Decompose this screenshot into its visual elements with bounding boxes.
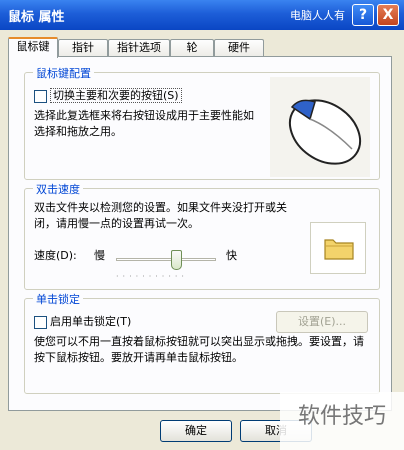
tab-pointers[interactable]: 指针 [58,39,108,57]
speed-slider-thumb[interactable] [171,250,182,270]
mouse-icon [288,99,362,165]
help-button[interactable]: ? [352,4,374,26]
slow-label: 慢 [94,249,105,262]
tab-pointer-options[interactable]: 指针选项 [108,39,170,57]
ok-button[interactable]: 确定 [160,420,232,442]
title-bar: 鼠标 属性 电脑人人有 ? X [0,0,404,30]
switch-buttons-label[interactable]: 切换主要和次要的按钮(S) [50,88,182,104]
button-config-description: 选择此复选框来将右按钮设成用于主要性能如选择和拖放之用。 [34,109,254,138]
close-button[interactable]: X [377,4,399,26]
click-lock-description: 使您可以不用一直按着鼠标按钮就可以突出显示或拖拽。要设置，请按下鼠标按钮。要放开… [34,335,364,364]
mouse-illustration [270,77,370,177]
click-lock-checkbox[interactable] [34,316,47,329]
switch-buttons-checkbox[interactable] [34,90,47,103]
speed-label: 速度(D): [34,249,77,262]
watermark: 软件技巧 [280,392,404,450]
click-lock-checkbox-label[interactable]: 启用单击锁定(T) [50,314,131,330]
button-config-label: 鼠标键配置 [33,65,94,81]
click-lock-settings-button[interactable]: 设置(E)... [276,311,368,333]
double-click-description: 双击文件夹以检测您的设置。如果文件夹没打开或关闭，请用慢一点的设置再试一次。 [34,201,287,230]
folder-icon [324,239,354,260]
tab-hardware[interactable]: 硬件 [214,39,264,57]
test-folder-area[interactable] [310,222,366,274]
speed-slider-ticks: ··········· [116,272,188,281]
watermark-top: 电脑人人有 [290,9,345,22]
tab-wheel[interactable]: 轮 [170,39,214,57]
fast-label: 快 [226,249,237,262]
window-title: 鼠标 属性 [8,10,65,25]
click-lock-label: 单击锁定 [33,291,83,307]
speed-slider-track[interactable] [116,258,216,261]
double-click-label: 双击速度 [33,181,83,197]
tab-buttons[interactable]: 鼠标键 [8,37,58,58]
